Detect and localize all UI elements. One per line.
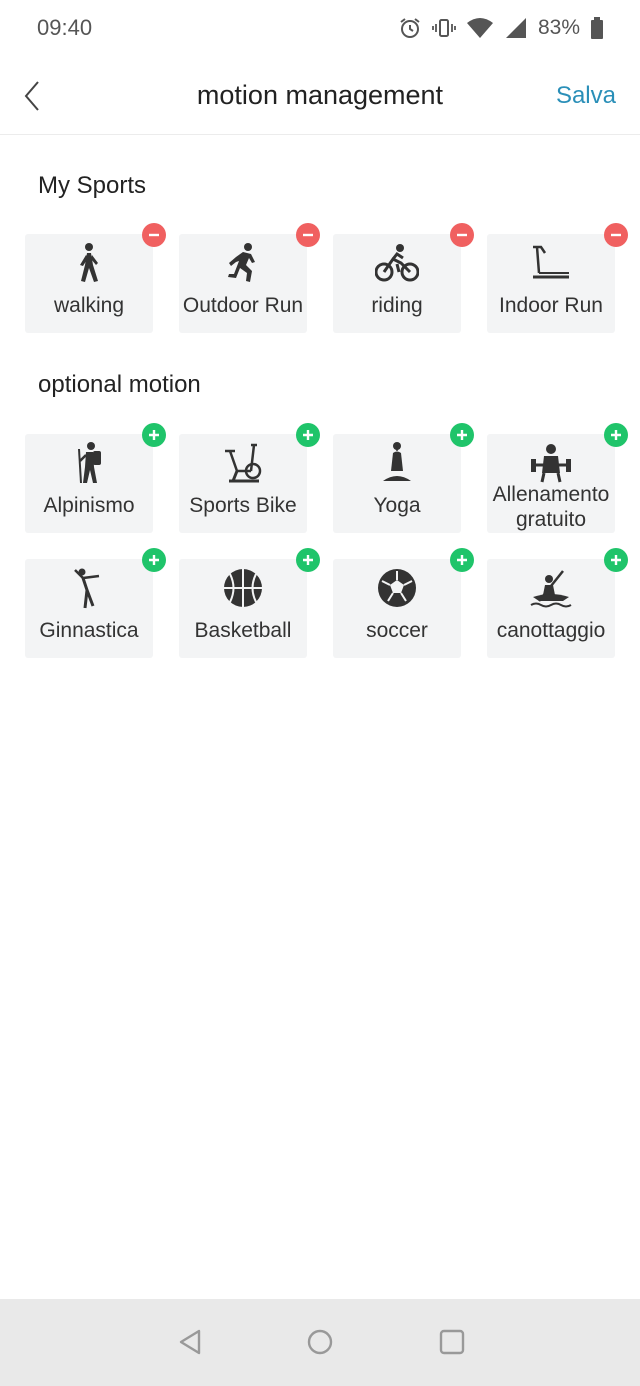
nav-recents-button[interactable] <box>437 1327 467 1357</box>
minus-icon <box>457 233 467 237</box>
plus-icon <box>303 430 313 440</box>
sport-tile-walking[interactable]: walking <box>25 223 166 333</box>
sport-label: Indoor Run <box>499 294 603 317</box>
treadmill-icon <box>533 245 569 279</box>
sport-label: soccer <box>366 619 428 642</box>
sport-tile-alpinismo[interactable]: Alpinismo <box>25 423 166 533</box>
sport-label: Alpinismo <box>43 494 135 517</box>
sport-tile-indoor-run[interactable]: Indoor Run <box>487 223 628 333</box>
square-recents-icon <box>439 1329 465 1355</box>
wifi-icon <box>466 18 493 38</box>
nav-home-button[interactable] <box>305 1327 335 1357</box>
gymnastics-icon <box>74 568 100 609</box>
sport-label: Ginnastica <box>39 619 139 642</box>
sport-label: canottaggio <box>496 619 606 642</box>
minus-icon <box>149 233 159 237</box>
basketball-icon <box>224 569 262 607</box>
cycling-icon <box>375 244 419 282</box>
sport-tile-allenamento-gratuito[interactable]: Allenamento gratuito <box>487 423 628 533</box>
sport-tile-soccer[interactable]: soccer <box>333 548 474 658</box>
circle-home-icon <box>307 1329 333 1355</box>
sport-tile-sports-bike[interactable]: Sports Bike <box>179 423 320 533</box>
sport-label: Allenamento gratuito <box>492 483 610 531</box>
running-icon <box>228 243 255 282</box>
plus-icon <box>457 430 467 440</box>
sport-tile-outdoor-run[interactable]: Outdoor Run <box>179 223 320 333</box>
nav-back-button[interactable] <box>175 1327 205 1357</box>
sport-tile-ginnastica[interactable]: Ginnastica <box>25 548 166 658</box>
battery-percent: 83% <box>537 16 580 39</box>
sport-label: Sports Bike <box>189 494 297 517</box>
kayak-icon <box>530 570 572 608</box>
battery-icon <box>591 17 603 39</box>
sport-label: walking <box>53 294 125 317</box>
sport-tile-canottaggio[interactable]: canottaggio <box>487 548 628 658</box>
add-sport-button[interactable] <box>450 423 474 447</box>
plus-icon <box>303 555 313 565</box>
remove-sport-button[interactable] <box>296 223 320 247</box>
sport-tile-yoga[interactable]: Yoga <box>333 423 474 533</box>
sport-label: riding <box>371 294 423 317</box>
sport-tile-basketball[interactable]: Basketball <box>179 548 320 658</box>
alarm-icon <box>400 18 420 38</box>
vibrate-icon <box>432 19 456 37</box>
sport-label: Basketball <box>194 619 292 642</box>
add-sport-button[interactable] <box>142 423 166 447</box>
triangle-back-icon <box>179 1329 201 1355</box>
sport-label: Yoga <box>373 494 421 517</box>
app-header: motion management Salva <box>0 56 640 135</box>
exercise-bike-icon <box>225 443 262 483</box>
sport-label: Outdoor Run <box>182 294 304 317</box>
remove-sport-button[interactable] <box>604 223 628 247</box>
sport-tile-riding[interactable]: riding <box>333 223 474 333</box>
status-icons: 83% <box>398 14 604 42</box>
signal-icon <box>505 18 526 38</box>
add-sport-button[interactable] <box>296 423 320 447</box>
remove-sport-button[interactable] <box>142 223 166 247</box>
page-title: motion management <box>196 80 444 110</box>
add-sport-button[interactable] <box>450 548 474 572</box>
status-time: 09:40 <box>37 15 93 40</box>
plus-icon <box>611 555 621 565</box>
minus-icon <box>303 233 313 237</box>
plus-icon <box>149 430 159 440</box>
add-sport-button[interactable] <box>142 548 166 572</box>
hiking-icon <box>78 442 101 484</box>
plus-icon <box>611 430 621 440</box>
save-button[interactable]: Salva <box>556 82 616 110</box>
plus-icon <box>457 555 467 565</box>
optional-motion-title: optional motion <box>38 371 201 398</box>
add-sport-button[interactable] <box>604 548 628 572</box>
minus-icon <box>611 233 621 237</box>
my-sports-title: My Sports <box>38 172 147 199</box>
remove-sport-button[interactable] <box>450 223 474 247</box>
system-nav-bar <box>0 1299 640 1386</box>
add-sport-button[interactable] <box>604 423 628 447</box>
status-bar: 09:40 83% <box>0 0 640 56</box>
soccer-ball-icon <box>378 569 416 607</box>
add-sport-button[interactable] <box>296 548 320 572</box>
yoga-icon <box>383 442 411 481</box>
weightlifting-icon <box>531 444 571 483</box>
plus-icon <box>149 555 159 565</box>
walking-icon <box>80 243 98 282</box>
